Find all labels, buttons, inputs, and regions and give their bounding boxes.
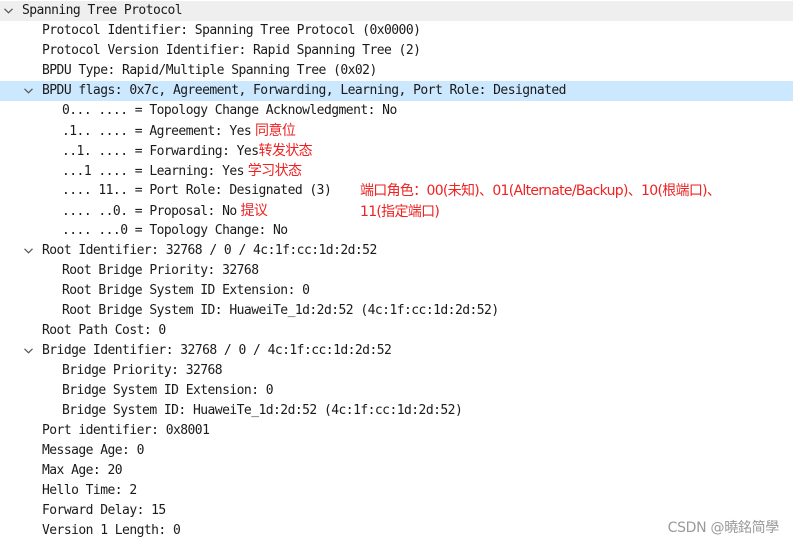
- tree-item-label: Root Bridge System ID Extension: 0: [62, 283, 310, 298]
- tree-item-label: ..1. .... = Forwarding: Yes: [62, 144, 259, 159]
- tree-item-flag-tc-ack[interactable]: 0... .... = Topology Change Acknowledgme…: [0, 101, 793, 121]
- chevron-down-icon[interactable]: [22, 341, 34, 361]
- tree-item-label: Version 1 Length: 0: [42, 523, 181, 538]
- tree-item-flag-agreement[interactable]: .1.. .... = Agreement: Yes 同意位: [0, 121, 793, 141]
- tree-item-label: Max Age: 20: [42, 463, 123, 478]
- tree-item-label: Bridge System ID Extension: 0: [62, 383, 274, 398]
- chevron-down-icon[interactable]: [22, 81, 34, 101]
- tree-item-label: .... ..0. = Proposal: No: [62, 204, 237, 219]
- tree-item-message-age[interactable]: Message Age: 0: [0, 441, 793, 461]
- tree-item-root-bridge-id-extension[interactable]: Root Bridge System ID Extension: 0: [0, 281, 793, 301]
- annotation-port-role-line1: 端口角色：00(未知)、01(Alternate/Backup)、10(根端口)…: [360, 183, 721, 199]
- tree-item-label: Message Age: 0: [42, 443, 144, 458]
- tree-node-label: Root Identifier: 32768 / 0 / 4c:1f:cc:1d…: [42, 243, 377, 258]
- annotation-agreement: 同意位: [251, 123, 296, 139]
- tree-item-hello-time[interactable]: Hello Time: 2: [0, 481, 793, 501]
- tree-item-label: BPDU Type: Rapid/Multiple Spanning Tree …: [42, 63, 377, 78]
- tree-item-max-age[interactable]: Max Age: 20: [0, 461, 793, 481]
- tree-item-label: .... ...0 = Topology Change: No: [62, 223, 288, 238]
- tree-item-protocol-version[interactable]: Protocol Version Identifier: Rapid Spann…: [0, 41, 793, 61]
- tree-item-label: Bridge Priority: 32768: [62, 363, 223, 378]
- tree-node-bridge-identifier[interactable]: Bridge Identifier: 32768 / 0 / 4c:1f:cc:…: [0, 341, 793, 361]
- tree-item-label: Hello Time: 2: [42, 483, 137, 498]
- tree-item-bridge-id-extension[interactable]: Bridge System ID Extension: 0: [0, 381, 793, 401]
- tree-node-root-identifier[interactable]: Root Identifier: 32768 / 0 / 4c:1f:cc:1d…: [0, 241, 793, 261]
- annotation-learning: 学习状态: [243, 163, 302, 179]
- tree-item-root-bridge-priority[interactable]: Root Bridge Priority: 32768: [0, 261, 793, 281]
- packet-details-tree: Spanning Tree Protocol Protocol Identifi…: [0, 1, 793, 541]
- tree-item-label: Protocol Version Identifier: Rapid Spann…: [42, 43, 421, 58]
- tree-item-root-bridge-system-id[interactable]: Root Bridge System ID: HuaweiTe_1d:2d:52…: [0, 301, 793, 321]
- tree-item-root-path-cost[interactable]: Root Path Cost: 0: [0, 321, 793, 341]
- tree-item-protocol-identifier[interactable]: Protocol Identifier: Spanning Tree Proto…: [0, 21, 793, 41]
- tree-item-label: Root Path Cost: 0: [42, 323, 166, 338]
- chevron-down-icon[interactable]: [22, 241, 34, 261]
- tree-item-flag-learning[interactable]: ...1 .... = Learning: Yes 学习状态: [0, 161, 793, 181]
- tree-item-label: .1.. .... = Agreement: Yes: [62, 124, 252, 139]
- tree-item-label: Root Bridge System ID: HuaweiTe_1d:2d:52…: [62, 303, 499, 318]
- tree-node-label: Spanning Tree Protocol: [22, 3, 183, 18]
- tree-node-spanning-tree-protocol[interactable]: Spanning Tree Protocol: [0, 1, 793, 21]
- annotation-forwarding: 转发状态: [258, 143, 313, 159]
- tree-item-flag-forwarding[interactable]: ..1. .... = Forwarding: Yes转发状态: [0, 141, 793, 161]
- tree-item-port-identifier[interactable]: Port identifier: 0x8001: [0, 421, 793, 441]
- tree-node-bpdu-flags[interactable]: BPDU flags: 0x7c, Agreement, Forwarding,…: [0, 81, 793, 101]
- tree-item-label: ...1 .... = Learning: Yes: [62, 164, 244, 179]
- tree-item-bpdu-type[interactable]: BPDU Type: Rapid/Multiple Spanning Tree …: [0, 61, 793, 81]
- tree-item-flag-topology-change[interactable]: .... ...0 = Topology Change: No: [0, 221, 793, 241]
- tree-node-label: BPDU flags: 0x7c, Agreement, Forwarding,…: [42, 83, 566, 98]
- tree-item-label: Bridge System ID: HuaweiTe_1d:2d:52 (4c:…: [62, 403, 463, 418]
- tree-item-bridge-priority[interactable]: Bridge Priority: 32768: [0, 361, 793, 381]
- annotation-proposal: 提议: [236, 203, 268, 219]
- chevron-down-icon[interactable]: [2, 1, 14, 21]
- annotation-port-role-line2: 11(指定端口): [360, 204, 440, 220]
- tree-item-label: 0... .... = Topology Change Acknowledgme…: [62, 103, 397, 118]
- annotation-port-role: 端口角色：00(未知)、01(Alternate/Backup)、10(根端口)…: [360, 181, 721, 223]
- tree-node-label: Bridge Identifier: 32768 / 0 / 4c:1f:cc:…: [42, 343, 392, 358]
- tree-item-label: Root Bridge Priority: 32768: [62, 263, 259, 278]
- tree-item-label: Port identifier: 0x8001: [42, 423, 210, 438]
- tree-item-label: Forward Delay: 15: [42, 503, 166, 518]
- tree-item-label: .... 11.. = Port Role: Designated (3): [62, 183, 332, 198]
- tree-item-bridge-system-id[interactable]: Bridge System ID: HuaweiTe_1d:2d:52 (4c:…: [0, 401, 793, 421]
- watermark: CSDN @曉銘简學: [667, 520, 780, 536]
- tree-item-label: Protocol Identifier: Spanning Tree Proto…: [42, 23, 421, 38]
